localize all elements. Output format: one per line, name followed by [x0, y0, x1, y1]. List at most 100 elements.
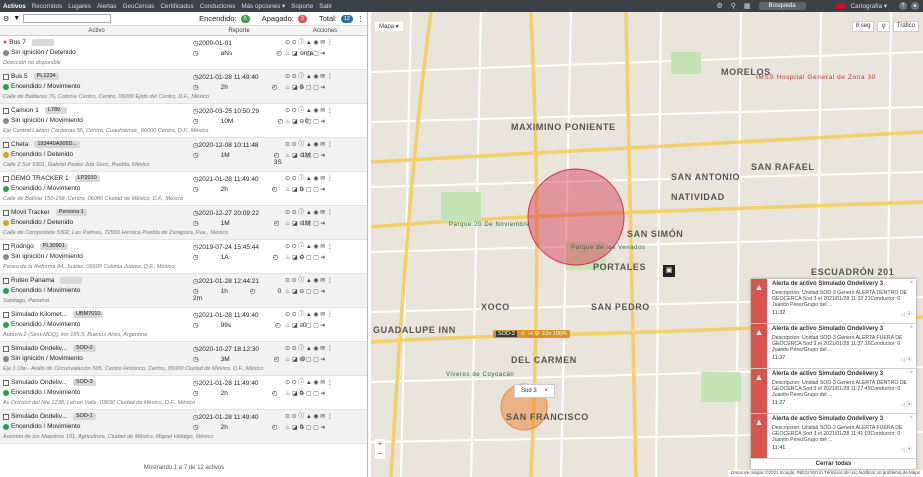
nav-item[interactable]: Más opciones ▾	[238, 3, 288, 10]
row-checkbox[interactable]	[3, 107, 9, 114]
asset-row[interactable]: ● Bus 7 Sin ignición / Detenido ◷2000-01-…	[0, 36, 367, 70]
row-checkbox[interactable]	[3, 277, 9, 284]
grid-icon[interactable]: ▦	[744, 2, 751, 10]
row-checkbox[interactable]	[3, 345, 9, 352]
col-activo[interactable]: Activo	[0, 28, 193, 34]
asset-address: Calle de Compostela 5302, Las Palmas, 72…	[3, 230, 229, 236]
asset-name[interactable]: Cheta	[11, 141, 28, 148]
alert-item[interactable]: ▲ Alerta de activo Simulado Ondelivery 3…	[751, 279, 916, 324]
row-actions[interactable]: ⊙⊙ⓘ▲◉✉⋮ ♨◪⊖▢▢➜	[285, 174, 365, 196]
row-actions[interactable]: ⊙⊙ⓘ▲◉✉⋮ ♨◪⊖▢▢➜	[285, 242, 365, 264]
asset-name[interactable]: Movil Tracker	[11, 209, 50, 216]
close-icon[interactable]: ×	[544, 388, 548, 394]
asset-name[interactable]: Simulado Ondeliv...	[11, 413, 67, 420]
asset-row[interactable]: Ruteo Panama Encendido / Movimiento ◷202…	[0, 274, 367, 308]
row-actions[interactable]: ⊙⊙ⓘ▲◉✉⋮ ♨◪⊖▢▢➜	[285, 208, 365, 230]
row-actions[interactable]: ⊙⊙ⓘ▲◉✉⋮ ♨◪⊖▢▢➜	[285, 310, 365, 332]
nav-item[interactable]: Conductores	[197, 3, 239, 10]
asset-name[interactable]: Bus 7	[9, 39, 26, 46]
asset-name[interactable]: Ruteo Panama	[11, 277, 54, 284]
refresh-interval[interactable]: 8 seg	[851, 21, 875, 32]
asset-row[interactable]: Bus 5 PL1234 Encendido / Movimiento ◷2021…	[0, 70, 367, 104]
location-icon[interactable]: ⚲	[877, 21, 890, 32]
nav-item[interactable]: Alertas	[94, 3, 120, 10]
row-actions[interactable]: ⊙⊙ⓘ▲◉✉⋮ ♨◪⊖▢▢➜	[285, 344, 365, 366]
volume-icon[interactable]: ◁ ⦿	[901, 355, 912, 363]
nav-item[interactable]: Certificados	[157, 3, 196, 10]
report-date-text: 2020-03-25 10:50:29	[198, 108, 260, 115]
asset-row[interactable]: Camion 1 L789 Sin ignición / Movimiento ◷…	[0, 104, 367, 138]
map-label: MAXIMINO PONIENTE	[511, 122, 616, 132]
status-dot	[3, 185, 9, 192]
asset-name[interactable]: Simulado Kilomet...	[11, 311, 67, 318]
row-checkbox[interactable]	[3, 243, 9, 250]
vehicle-marker[interactable]: SOD-3 ⚡ ➜ ⚙ 12v 100%	[493, 330, 570, 338]
alert-item[interactable]: ▲ Alerta de activo Simulado Ondelivery 3…	[751, 369, 916, 414]
row-checkbox[interactable]	[3, 209, 9, 216]
asset-row[interactable]: DEMO TRACKER 1 LP2010 Encendido / Movimie…	[0, 172, 367, 206]
menu-icon[interactable]: ⋮	[357, 15, 364, 23]
gear-icon[interactable]: ⚙	[3, 15, 9, 23]
asset-name[interactable]: Simulado Ondeliv...	[11, 345, 67, 352]
close-icon[interactable]: ×	[909, 325, 913, 331]
nav-item[interactable]: Lugares	[65, 3, 94, 10]
alert-item[interactable]: ▲ Alerta de activo Simulado Ondelivery 3…	[751, 414, 916, 459]
nav-item[interactable]: GeoCercas	[120, 3, 158, 10]
row-checkbox[interactable]	[3, 311, 9, 318]
nav-item[interactable]: Salir	[316, 3, 335, 10]
nav-item[interactable]: Activos	[0, 3, 29, 10]
zoom-out-button[interactable]: −	[375, 449, 385, 459]
row-checkbox[interactable]	[3, 141, 9, 148]
asset-name[interactable]: Simulado Ondeliv...	[11, 379, 67, 386]
row-actions[interactable]: ⊙⊙ⓘ▲◉✉⋮ ♨◪⊖▢▢➜	[285, 378, 365, 400]
volume-icon[interactable]: ◁ ⦿	[901, 310, 912, 318]
row-checkbox[interactable]	[3, 413, 9, 420]
asset-name[interactable]: Camion 1	[11, 107, 39, 114]
row-checkbox[interactable]	[3, 73, 9, 80]
volume-icon[interactable]: ◁ ⦿	[901, 400, 912, 408]
row-checkbox[interactable]	[3, 175, 9, 182]
col-reporte[interactable]: Reporte	[193, 28, 285, 34]
gear-icon[interactable]: ⚙	[717, 2, 723, 10]
asset-row[interactable]: Simulado Ondeliv... SOD-1 Encendido / Mov…	[0, 410, 367, 444]
pin-icon[interactable]: ⚲	[731, 2, 736, 10]
map-type-selector[interactable]: Mapa ▾	[375, 22, 403, 31]
asset-name[interactable]: DEMO TRACKER 1	[11, 175, 69, 182]
search-button[interactable]: Búsqueda	[758, 2, 806, 10]
row-actions[interactable]: ⊙⊙ⓘ▲◉✉⋮ ♨◪⊖▢▢➜	[285, 412, 365, 434]
row-actions[interactable]: ⊙⊙ⓘ▲◉✉⋮ ♨◪⊖▢▢➜	[285, 72, 365, 94]
asset-name[interactable]: Rodrigo	[11, 243, 34, 250]
row-actions[interactable]: ⊙⊙ⓘ▲◉✉⋮ ♨◪⊖▢▢➜	[285, 276, 365, 298]
help-icon[interactable]: ?	[899, 2, 907, 10]
asset-search-input[interactable]	[23, 14, 112, 23]
row-actions[interactable]: ⊙⊙ⓘ▲◉✉⋮ ♨◪⊖▢▢➜	[285, 38, 365, 60]
zoom-in-button[interactable]: +	[375, 439, 385, 449]
asset-row[interactable]: Simulado Kilomet... UBM7010 Encendido / M…	[0, 308, 367, 342]
close-icon[interactable]: ×	[909, 370, 913, 376]
asset-row[interactable]: Simulado Ondeliv... SOD-2 Sin ignición / …	[0, 342, 367, 376]
asset-row[interactable]: Cheta 193440A905D... Encendido / Detenido…	[0, 138, 367, 172]
timer-icon: ◴	[271, 186, 278, 193]
close-icon[interactable]: ×	[909, 280, 913, 286]
row-checkbox[interactable]	[3, 379, 9, 386]
asset-row[interactable]: Simulado Ondeliv... SOD-3 Encendido / Mov…	[0, 376, 367, 410]
alert-item[interactable]: ▲ Alerta de activo Simulado Ondelivery 3…	[751, 324, 916, 369]
cartography-menu[interactable]: Cartografía ▾	[851, 3, 887, 10]
report-duration: 2h	[220, 390, 228, 397]
volume-icon[interactable]: ◁ ⦿	[901, 445, 912, 453]
asset-row[interactable]: Rodrigo PL30901 Sin ignición / Movimiento…	[0, 240, 367, 274]
nav-item[interactable]: Soporte	[288, 3, 316, 10]
user-icon[interactable]: ●	[911, 2, 919, 10]
row-actions[interactable]: ⊙⊙ⓘ▲◉✉⋮ ♨◪⊖▢▢➜	[285, 106, 365, 128]
asset-name[interactable]: Bus 5	[11, 73, 28, 80]
close-all-button[interactable]: Cerrar todas	[751, 459, 916, 469]
asset-row[interactable]: Movil Tracker Persona 1 Encendido / Deten…	[0, 206, 367, 240]
filter-icon[interactable]: ▼	[13, 15, 20, 22]
row-actions[interactable]: ⊙⊙ⓘ▲◉✉⋮ ♨◪⊖▢▢➜	[285, 140, 365, 162]
close-icon[interactable]: ×	[909, 415, 913, 421]
nav-item[interactable]: Recorridos	[29, 3, 65, 10]
flag-icon[interactable]	[835, 3, 845, 9]
vehicle-status-icons: ⚡ ➜ ⚙	[519, 331, 540, 337]
parking-marker-icon[interactable]: ▣	[663, 265, 675, 277]
traffic-toggle[interactable]: Tráfico	[892, 21, 919, 32]
